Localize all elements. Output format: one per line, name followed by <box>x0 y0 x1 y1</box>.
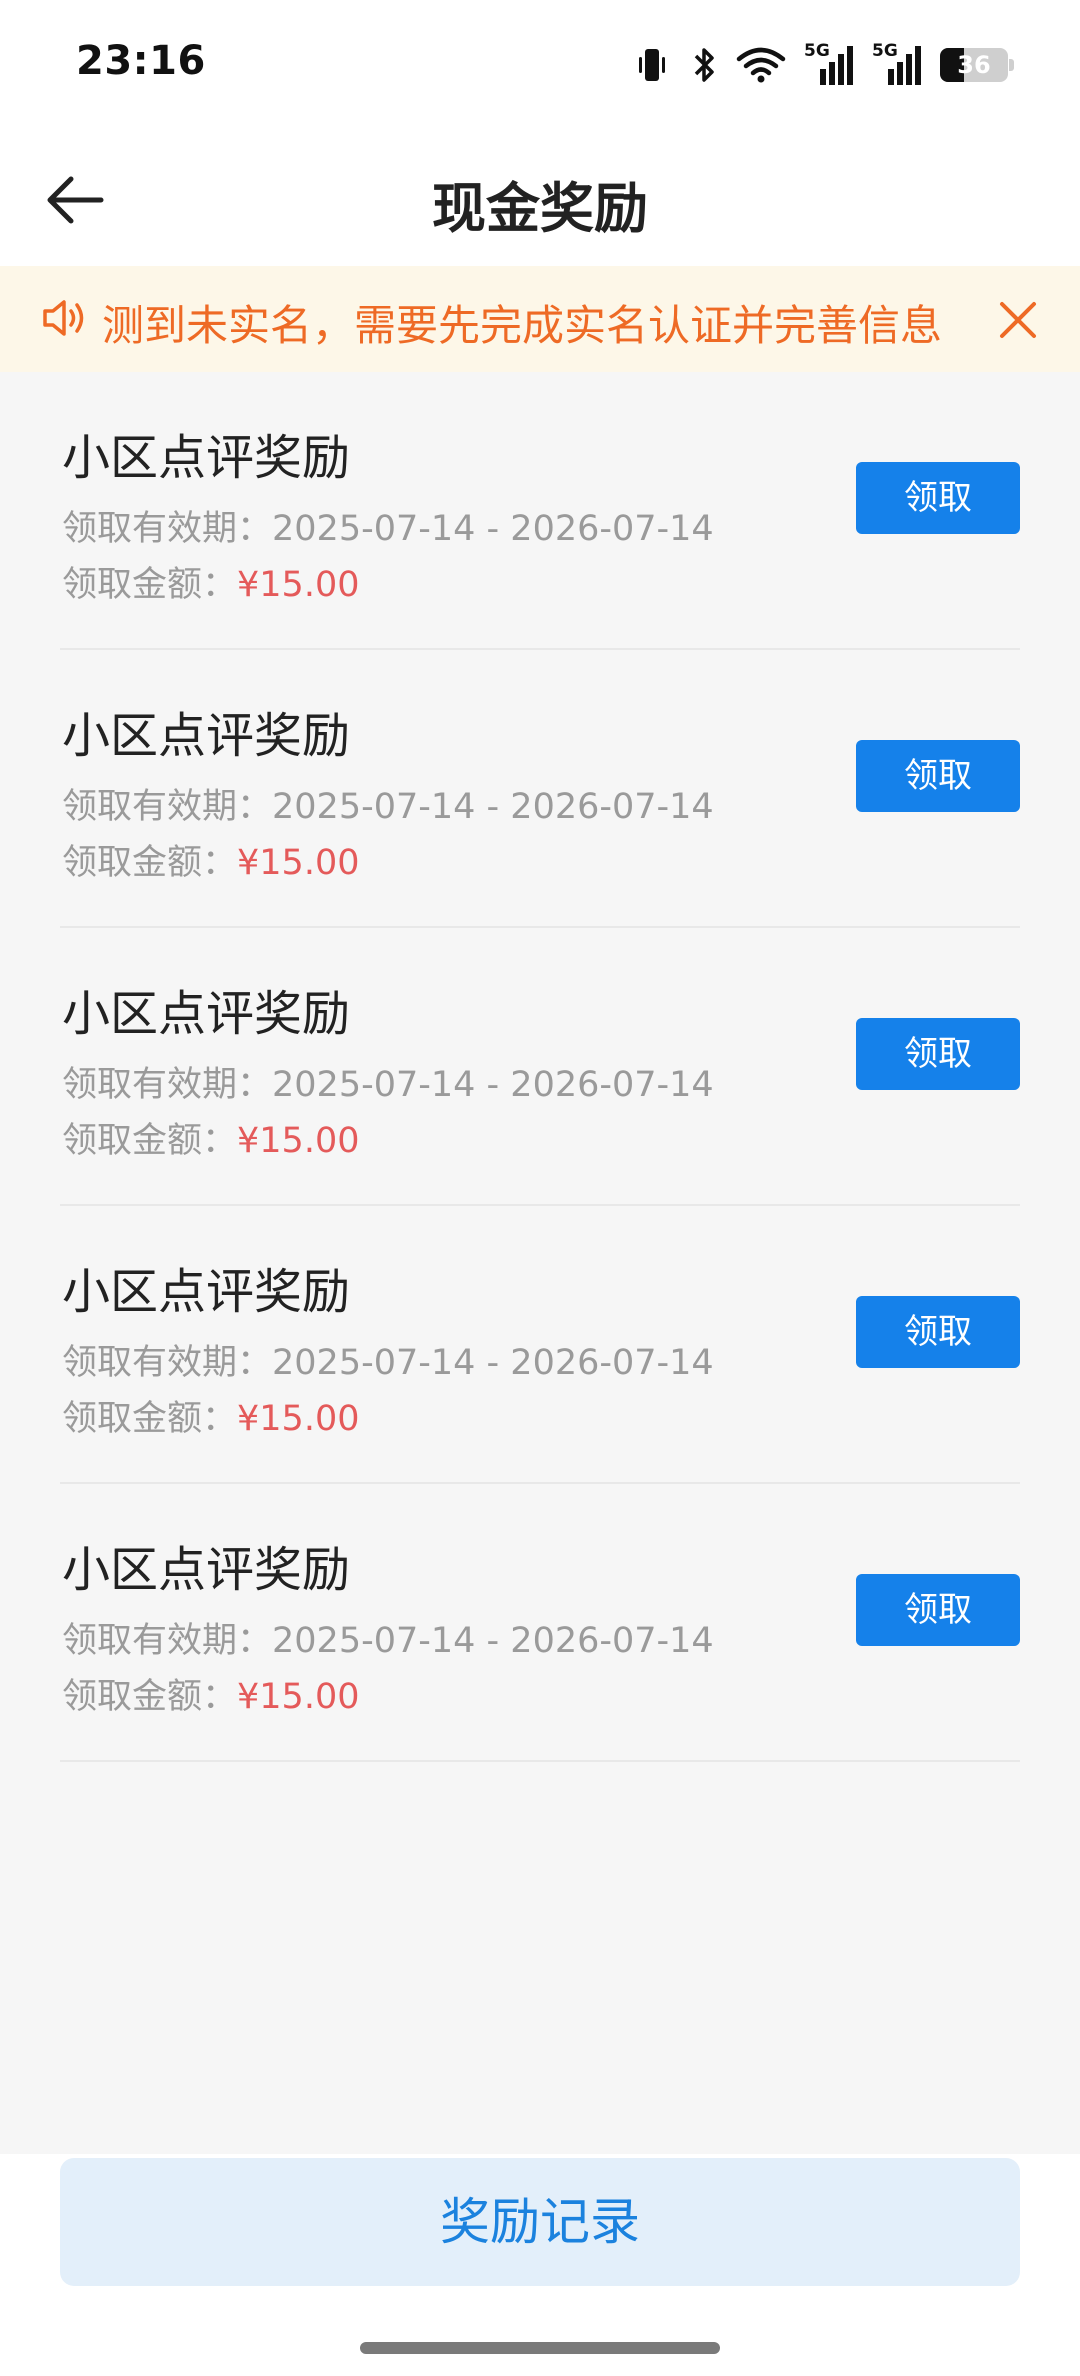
notice-text: 测到未实名，需要先完成实名认证并完善信息 <box>102 301 943 350</box>
claim-button[interactable]: 领取 <box>856 462 1020 534</box>
vibrate-icon <box>632 45 672 85</box>
bottom-bar: 奖励记录 <box>0 2154 1080 2376</box>
reward-amount: 领取金额：¥15.00 <box>62 1390 359 1441</box>
reward-title: 小区点评奖励 <box>62 708 351 764</box>
claim-button[interactable]: 领取 <box>856 1018 1020 1090</box>
amount-label: 领取金额： <box>62 1677 238 1717</box>
amount-value: ¥15.00 <box>237 1677 360 1717</box>
bluetooth-icon <box>690 45 718 85</box>
amount-label: 领取金额： <box>62 843 238 883</box>
period-label: 领取有效期： <box>62 1065 273 1105</box>
period-value: 2025-07-14 - 2026-07-14 <box>272 509 714 549</box>
reward-period: 领取有效期：2025-07-14 - 2026-07-14 <box>62 778 714 829</box>
amount-value: ¥15.00 <box>237 1399 360 1439</box>
period-value: 2025-07-14 - 2026-07-14 <box>272 787 714 827</box>
reward-period: 领取有效期：2025-07-14 - 2026-07-14 <box>62 1056 714 1107</box>
battery-percentage: 36 <box>957 51 991 79</box>
period-label: 领取有效期： <box>62 787 273 827</box>
amount-label: 领取金额： <box>62 1399 238 1439</box>
reward-title: 小区点评奖励 <box>62 430 351 486</box>
claim-button[interactable]: 领取 <box>856 1574 1020 1646</box>
reward-period: 领取有效期：2025-07-14 - 2026-07-14 <box>62 1334 714 1385</box>
close-icon <box>1000 302 1036 338</box>
period-value: 2025-07-14 - 2026-07-14 <box>272 1343 714 1383</box>
period-value: 2025-07-14 - 2026-07-14 <box>272 1065 714 1105</box>
signal-5g-icon: 5G <box>872 41 922 87</box>
battery-tip <box>1009 59 1014 71</box>
reward-period: 领取有效期：2025-07-14 - 2026-07-14 <box>62 500 714 551</box>
amount-value: ¥15.00 <box>237 843 360 883</box>
wifi-icon <box>736 45 786 85</box>
reward-item: 小区点评奖励 领取有效期：2025-07-14 - 2026-07-14 领取金… <box>60 1206 1020 1484</box>
reward-title: 小区点评奖励 <box>62 986 351 1042</box>
status-icons: 5G 5G 36 <box>632 40 1014 90</box>
amount-label: 领取金额： <box>62 1121 238 1161</box>
period-value: 2025-07-14 - 2026-07-14 <box>272 1621 714 1661</box>
amount-value: ¥15.00 <box>237 1121 360 1161</box>
period-label: 领取有效期： <box>62 509 273 549</box>
reward-item: 小区点评奖励 领取有效期：2025-07-14 - 2026-07-14 领取金… <box>60 650 1020 928</box>
cash-reward-page: 23:16 5G 5G 36 现金奖励 测到未实名，需要先完成实名认证并完善信息… <box>0 0 1080 2376</box>
notice-bar: 测到未实名，需要先完成实名认证并完善信息 <box>0 266 1080 372</box>
claim-button[interactable]: 领取 <box>856 1296 1020 1368</box>
period-label: 领取有效期： <box>62 1621 273 1661</box>
battery-icon: 36 <box>940 48 1014 82</box>
navigation-bar: 现金奖励 <box>0 130 1080 266</box>
amount-value: ¥15.00 <box>237 565 360 605</box>
speaker-icon <box>40 296 92 344</box>
reward-amount: 领取金额：¥15.00 <box>62 1112 359 1163</box>
reward-amount: 领取金额：¥15.00 <box>62 1668 359 1719</box>
reward-amount: 领取金额：¥15.00 <box>62 834 359 885</box>
amount-label: 领取金额： <box>62 565 238 605</box>
reward-item: 小区点评奖励 领取有效期：2025-07-14 - 2026-07-14 领取金… <box>60 928 1020 1206</box>
claim-button[interactable]: 领取 <box>856 740 1020 812</box>
reward-item: 小区点评奖励 领取有效期：2025-07-14 - 2026-07-14 领取金… <box>60 372 1020 650</box>
reward-title: 小区点评奖励 <box>62 1264 351 1320</box>
reward-records-button[interactable]: 奖励记录 <box>60 2158 1020 2286</box>
home-indicator[interactable] <box>360 2342 720 2354</box>
notice-close-button[interactable] <box>990 292 1046 348</box>
reward-period: 领取有效期：2025-07-14 - 2026-07-14 <box>62 1612 714 1663</box>
reward-title: 小区点评奖励 <box>62 1542 351 1598</box>
reward-item: 小区点评奖励 领取有效期：2025-07-14 - 2026-07-14 领取金… <box>60 1484 1020 1762</box>
period-label: 领取有效期： <box>62 1343 273 1383</box>
reward-list: 小区点评奖励 领取有效期：2025-07-14 - 2026-07-14 领取金… <box>0 372 1080 1762</box>
signal-5g-icon: 5G <box>804 41 854 87</box>
status-time: 23:16 <box>76 38 206 84</box>
status-bar: 23:16 5G 5G 36 <box>0 0 1080 130</box>
page-title: 现金奖励 <box>432 177 648 240</box>
reward-amount: 领取金额：¥15.00 <box>62 556 359 607</box>
